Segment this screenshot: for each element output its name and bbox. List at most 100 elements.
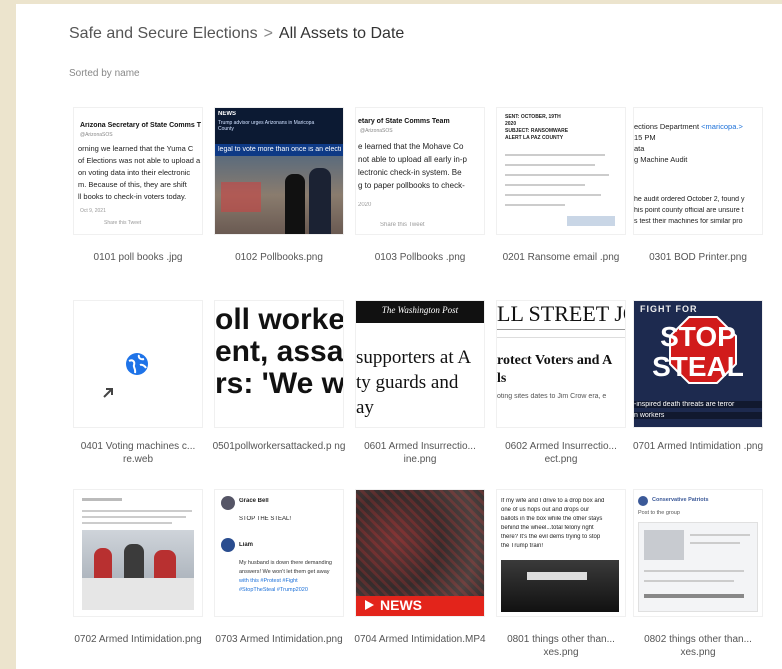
email-to: ata: [634, 144, 645, 153]
tweet-text: on voting data into their electronic: [78, 168, 191, 177]
person-silhouette: [94, 548, 112, 578]
text-line: [644, 580, 734, 582]
headline-line: ay: [356, 397, 374, 418]
sign-text: STOP: [660, 321, 736, 352]
email-time: 15 PM: [634, 133, 656, 142]
image-caption: -inspired death threats are terror: [634, 401, 762, 408]
asset-thumbnail[interactable]: If my wife and I drive to a drop box and…: [497, 490, 625, 616]
asset-thumbnail[interactable]: ections Department <maricopa.> 15 PM ata…: [634, 108, 762, 234]
tweet-date: Oct 9, 2021: [80, 208, 106, 214]
asset-name: 0301 BOD Printer.png: [649, 252, 747, 263]
breadcrumb: Safe and Secure Elections > All Assets to …: [69, 25, 404, 43]
text-line: [505, 194, 601, 196]
logo-bar: [567, 216, 615, 226]
asset-thumbnail[interactable]: [74, 301, 202, 427]
post-text: the Trump train!: [501, 543, 544, 549]
person-silhouette: [309, 168, 331, 234]
tweet-text: not able to upload all early in-p: [358, 155, 467, 164]
asset-thumbnail[interactable]: LL STREET JOU rotect Voters and A ls oti…: [497, 301, 625, 427]
tweet-handle: @ArizonaSOS: [360, 128, 393, 134]
asset-thumbnail[interactable]: SENT: OCTOBER, 19TH 2020 SUBJECT: RANSOM…: [497, 108, 625, 234]
person-silhouette: [124, 544, 144, 578]
headline-line: ls: [497, 371, 507, 386]
text-line: [690, 542, 740, 544]
post-text: STOP THE STEAL!: [239, 516, 292, 522]
sign-top-text: FIGHT FOR: [640, 304, 698, 314]
tweet-text: e learned that the Mohave Co: [358, 142, 464, 151]
play-icon[interactable]: [362, 598, 376, 612]
file-browser-panel: Safe and Secure Elections > All Assets to …: [16, 4, 782, 669]
asset-thumbnail[interactable]: Grace Bell STOP THE STEAL! Liam My husba…: [215, 490, 343, 616]
post-text: one of us hops out and drops our: [501, 507, 590, 513]
asset-thumbnail[interactable]: NEWS Trump advisor urges Arizonans in Ma…: [215, 108, 343, 234]
headline-line: ty guards and: [356, 372, 459, 393]
flag-shape: [221, 182, 261, 212]
person-silhouette: [285, 174, 305, 234]
asset-thumbnail[interactable]: oll worker ent, assau rs: 'We wo: [215, 301, 343, 427]
asset-name: 0201 Ransome email .png: [502, 252, 620, 263]
text-line: [82, 510, 192, 512]
asset-thumbnail[interactable]: etary of State Comms Team @ArizonaSOS e …: [356, 108, 484, 234]
tweet-author: etary of State Comms Team: [358, 118, 450, 125]
email-sent-line: SENT: OCTOBER, 19TH: [505, 114, 561, 120]
sort-label[interactable]: Sorted by name: [69, 68, 140, 79]
text-line: [82, 516, 186, 518]
breadcrumb-current: All Assets to Date: [278, 25, 405, 42]
text-line: [690, 534, 750, 536]
post-text: there? It's the evil dems trying to stop: [501, 534, 601, 540]
breadcrumb-parent[interactable]: Safe and Secure Elections: [69, 25, 258, 42]
email-subject: g Machine Audit: [634, 155, 688, 164]
share-tweet-link: Share this Tweet: [104, 220, 142, 226]
email-body: his point county official are unsure t: [634, 207, 744, 214]
email-body: s test their machines for similar pro: [634, 218, 743, 225]
tweet-text: lectronic check-in system. Be: [358, 168, 462, 177]
external-link-arrow-icon: [103, 388, 113, 398]
email-subject-line: ALERT LA PAZ COUNTY: [505, 135, 564, 141]
asset-name: 0501pollworkersattacked.p ng: [212, 441, 346, 452]
tweet-text: of Elections was not able to upload a: [78, 156, 201, 165]
asset-thumbnail[interactable]: NEWS: [356, 490, 484, 616]
text-line: [644, 570, 744, 572]
asset-thumbnail[interactable]: Arizona Secretary of State Comms T @Ariz…: [74, 108, 202, 234]
news-label: NEWS: [218, 111, 236, 117]
asset-name: 0801 things other than... xes.png: [507, 634, 615, 658]
headline-line: rotect Voters and A: [497, 353, 613, 368]
asset-thumbnail[interactable]: [74, 490, 202, 616]
news-ticker-text: legal to vote more than once is an elect…: [218, 146, 342, 153]
avatar: [221, 538, 235, 552]
post-text: My husband is down there demanding: [239, 560, 332, 566]
asset-name: 0101 poll books .jpg: [93, 252, 183, 263]
asset-thumbnail[interactable]: FIGHT FOR STOP STEAL -inspired death thr…: [634, 301, 762, 427]
post-image: [644, 530, 684, 560]
news-label: NEWS: [380, 597, 422, 613]
tweet-handle: @ArizonaSOS: [80, 132, 113, 138]
headline-line: oll worker: [215, 303, 343, 336]
text-line: [505, 154, 605, 156]
post-text: ballots in the box while the other stays: [501, 516, 603, 522]
text-line: [505, 174, 609, 176]
asset-name: 0703 Armed Intimidation.png: [215, 634, 343, 645]
masthead: The Washington Post: [381, 305, 459, 315]
crowd-photo: [356, 490, 484, 596]
subheadline: oting sites dates to Jim Crow era, e: [497, 393, 607, 400]
person-silhouette: [154, 550, 176, 578]
text-line: [82, 498, 122, 501]
news-headline: Trump advisor urges Arizonans in Maricop…: [218, 120, 315, 132]
asset-name: 0802 things other than... xes.png: [644, 634, 752, 658]
post-text: answers! We won't let them get away: [239, 569, 330, 575]
asset-thumbnail[interactable]: Conservative Patriots Post to the group: [634, 490, 762, 616]
image-caption: n workers: [634, 412, 762, 419]
asset-thumbnail[interactable]: The Washington Post supporters at A ty g…: [356, 301, 484, 427]
tweet-text: m. Because of this, they are shift: [78, 180, 187, 189]
share-tweet-link: Share this Tweet: [380, 222, 425, 228]
table-surface: [82, 578, 194, 610]
post-text: with this #Protest #Fight: [239, 578, 298, 584]
post-author: Grace Bell: [239, 498, 269, 504]
asset-name: 0702 Armed Intimidation.png: [74, 634, 202, 645]
post-text: #StopTheSteal #Trump2020: [239, 587, 308, 593]
asset-name: 0102 Pollbooks.png: [235, 252, 323, 263]
breadcrumb-separator: >: [263, 25, 273, 42]
email-subject-line: SUBJECT: RANSOMWARE: [505, 128, 569, 134]
ballot-slot: [527, 572, 587, 580]
headline-line: rs: 'We wo: [215, 367, 343, 400]
